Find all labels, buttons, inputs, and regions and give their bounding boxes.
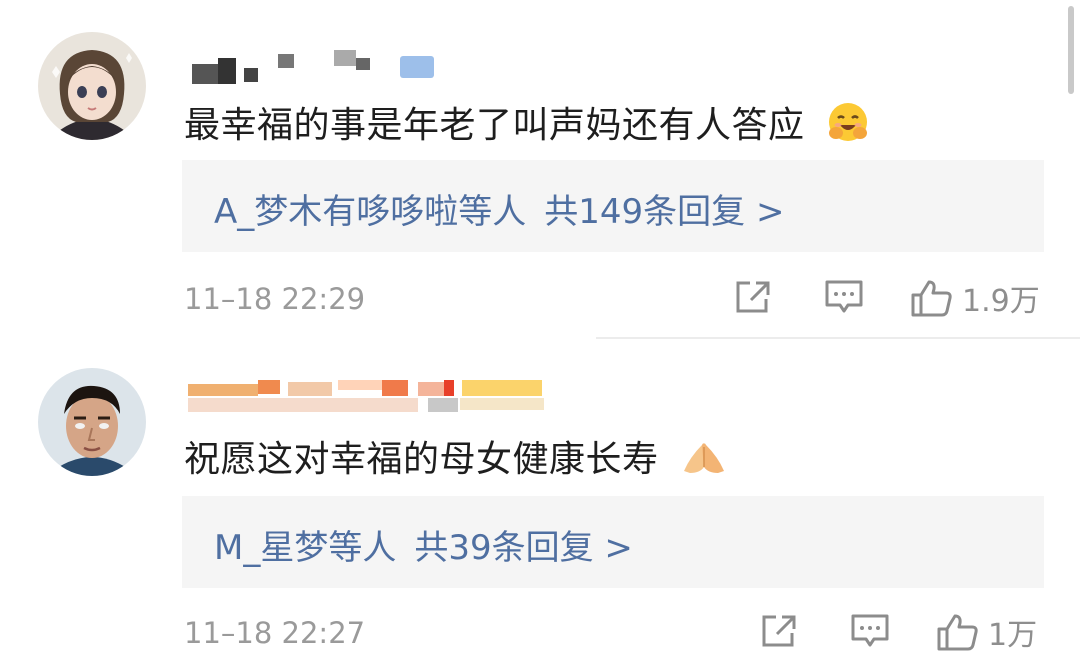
thumbs-up-icon	[911, 280, 952, 317]
reply-summary-text[interactable]: M_星梦等人 共39条回复 >	[214, 520, 633, 569]
like-count: 1.9万	[962, 284, 1040, 319]
reply-summary[interactable]: M_星梦等人 共39条回复 >	[182, 496, 1044, 588]
comment-text-content: 最幸福的事是年老了叫声妈还有人答应	[184, 105, 805, 146]
folded-hands-icon	[680, 437, 728, 486]
comment-text: 最幸福的事是年老了叫声妈还有人答应	[184, 96, 870, 154]
username-blurred[interactable]	[188, 380, 548, 416]
share-button[interactable]	[760, 613, 798, 649]
comment-item: 最幸福的事是年老了叫声妈还有人答应 A_梦木有哆哆啦等人 共149条回复 > 11…	[0, 0, 1080, 336]
smiling-face-with-open-hands-icon	[826, 101, 870, 154]
like-button[interactable]: 1万	[936, 610, 1037, 654]
avatar[interactable]	[38, 32, 146, 140]
username-blurred[interactable]	[192, 50, 442, 84]
comment-button[interactable]	[850, 613, 890, 649]
like-button[interactable]: 1.9万	[910, 276, 1040, 320]
reply-count[interactable]: 共39条回复 >	[414, 528, 633, 568]
comment-icon	[851, 614, 889, 647]
reply-users[interactable]: M_星梦等人	[214, 528, 396, 568]
comment-icon	[825, 280, 863, 313]
like-count: 1万	[988, 618, 1038, 653]
comment-button[interactable]	[824, 279, 864, 315]
reply-summary-text[interactable]: A_梦木有哆哆啦等人 共149条回复 >	[214, 184, 784, 233]
comment-item: 祝愿这对幸福的母女健康长寿 M_星梦等人 共39条回复 > 11–18 22:27	[0, 336, 1080, 666]
comment-text: 祝愿这对幸福的母女健康长寿	[184, 430, 728, 486]
reply-summary[interactable]: A_梦木有哆哆啦等人 共149条回复 >	[182, 160, 1044, 252]
share-icon	[736, 281, 770, 313]
timestamp: 11–18 22:27	[184, 616, 366, 650]
thumbs-up-icon	[937, 614, 978, 651]
reply-count[interactable]: 共149条回复 >	[544, 192, 784, 232]
avatar[interactable]	[38, 368, 146, 476]
comment-text-content: 祝愿这对幸福的母女健康长寿	[184, 439, 659, 480]
timestamp: 11–18 22:29	[184, 282, 366, 316]
share-icon	[762, 615, 796, 647]
share-button[interactable]	[734, 279, 772, 315]
reply-users[interactable]: A_梦木有哆哆啦等人	[214, 192, 526, 232]
